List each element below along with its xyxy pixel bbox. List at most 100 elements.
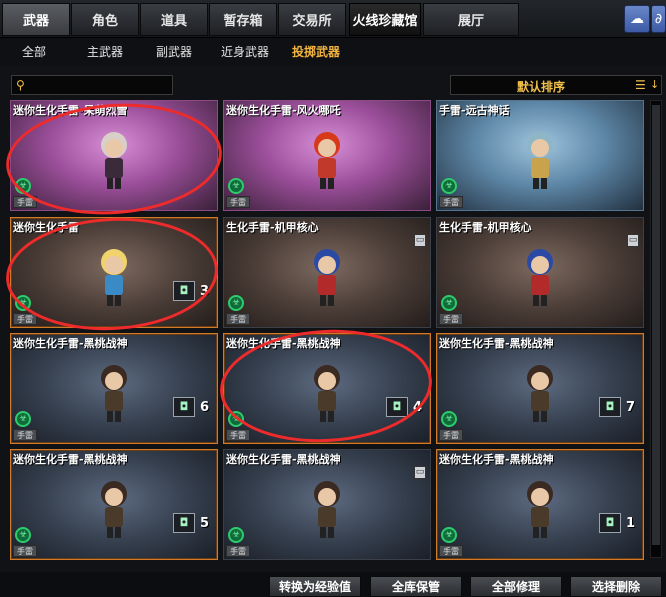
cloud-icon[interactable]: ☁ bbox=[624, 5, 650, 33]
item-card[interactable]: 迷你生化手雷-黑桃战神 ▭ ☣ 手雷 bbox=[223, 449, 431, 560]
search-icon: ⚲ bbox=[16, 78, 25, 92]
tab-characters[interactable]: 角色 bbox=[71, 3, 139, 36]
character-sprite bbox=[527, 249, 553, 306]
search-box: ⚲ bbox=[11, 75, 173, 95]
sort-label: 默认排序 bbox=[516, 80, 565, 94]
convert-exp-button[interactable]: 转换为经验值 bbox=[269, 576, 361, 597]
character-sprite bbox=[101, 249, 127, 306]
biohazard-icon: ☣ bbox=[15, 295, 31, 311]
item-title: 迷你生化手雷-黑桃战神 bbox=[13, 453, 128, 466]
trash-icon[interactable]: ▭ bbox=[627, 234, 639, 247]
character-sprite bbox=[314, 249, 340, 306]
tab-weapons[interactable]: 武器 bbox=[2, 3, 70, 36]
tab-exchange[interactable]: 交易所 bbox=[278, 3, 346, 36]
biohazard-icon: ☣ bbox=[441, 411, 457, 427]
subtab-secondary[interactable]: 副武器 bbox=[156, 43, 192, 60]
character-sprite bbox=[101, 132, 127, 189]
biohazard-icon: ☣ bbox=[228, 295, 244, 311]
biohazard-icon: ☣ bbox=[15, 527, 31, 543]
sort-dropdown[interactable]: 默认排序 ☰ ↓ bbox=[450, 75, 662, 95]
tab-storage[interactable]: 暂存箱 bbox=[209, 3, 277, 36]
item-card[interactable]: 生化手雷-机甲核心 ▭ ☣ 手雷 bbox=[223, 217, 431, 328]
tab-collection[interactable]: 火线珍藏馆 bbox=[349, 3, 421, 36]
biohazard-icon: ☣ bbox=[441, 178, 457, 194]
sort-order-icon[interactable]: ↓ bbox=[650, 78, 660, 92]
item-card[interactable]: 迷你生化手雷-黑桃战神 ☣ 手雷 ◘ 6 bbox=[10, 333, 218, 444]
item-card[interactable]: 手雷-远古神话 ☣ 手雷 bbox=[436, 100, 644, 211]
item-type-tag: 手雷 bbox=[439, 196, 463, 208]
stack-icon: ◘ bbox=[599, 513, 621, 533]
item-card[interactable]: 迷你生化手雷 ☣ 手雷 ◘ 3 bbox=[10, 217, 218, 328]
item-title: 迷你生化手雷 bbox=[13, 221, 79, 234]
link-icon[interactable]: ∂ bbox=[651, 5, 666, 33]
trash-icon[interactable]: ▭ bbox=[414, 466, 426, 479]
select-delete-button[interactable]: 选择删除 bbox=[570, 576, 662, 597]
item-type-tag: 手雷 bbox=[439, 545, 463, 557]
item-type-tag: 手雷 bbox=[439, 429, 463, 441]
item-title: 迷你生化手雷-黑桃战神 bbox=[439, 337, 554, 350]
repair-all-button[interactable]: 全部修理 bbox=[470, 576, 562, 597]
item-title: 迷你生化手雷-呆萌烈雪 bbox=[13, 104, 128, 117]
item-card[interactable]: 迷你生化手雷-黑桃战神 ☣ 手雷 ◘ 5 bbox=[10, 449, 218, 560]
item-count: 7 bbox=[625, 400, 635, 415]
biohazard-icon: ☣ bbox=[228, 178, 244, 194]
item-card[interactable]: 迷你生化手雷-黑桃战神 ☣ 手雷 ◘ 1 bbox=[436, 449, 644, 560]
item-count: 1 bbox=[625, 516, 635, 531]
trash-icon[interactable]: ▭ bbox=[414, 234, 426, 247]
item-type-tag: 手雷 bbox=[439, 313, 463, 325]
item-card[interactable]: 迷你生化手雷-呆萌烈雪 ☣ 手雷 bbox=[10, 100, 218, 211]
item-type-tag: 手雷 bbox=[13, 429, 37, 441]
top-tab-bar: 武器 角色 道具 暂存箱 交易所 火线珍藏馆 展厅 ☁ ∂ bbox=[0, 0, 666, 38]
biohazard-icon: ☣ bbox=[441, 295, 457, 311]
subtab-throwable[interactable]: 投掷武器 bbox=[292, 43, 340, 60]
stack-icon: ◘ bbox=[386, 397, 408, 417]
item-title: 迷你生化手雷-黑桃战神 bbox=[226, 337, 341, 350]
item-grid: 迷你生化手雷-呆萌烈雪 ☣ 手雷 迷你生化手雷-风火哪吒 ☣ 手雷 手雷-远古神话 ☣ 手雷 迷你… bbox=[10, 100, 646, 568]
item-count: 3 bbox=[199, 284, 209, 299]
character-sprite bbox=[527, 481, 553, 538]
item-type-tag: 手雷 bbox=[13, 196, 37, 208]
stack-icon: ◘ bbox=[173, 281, 195, 301]
item-count: 6 bbox=[199, 400, 209, 415]
subtab-all[interactable]: 全部 bbox=[22, 43, 46, 60]
biohazard-icon: ☣ bbox=[15, 178, 31, 194]
subtab-primary[interactable]: 主武器 bbox=[87, 43, 123, 60]
item-title: 生化手雷-机甲核心 bbox=[439, 221, 532, 234]
item-type-tag: 手雷 bbox=[226, 196, 250, 208]
biohazard-icon: ☣ bbox=[15, 411, 31, 427]
item-title: 迷你生化手雷-黑桃战神 bbox=[226, 453, 341, 466]
subtab-bar: 全部 主武器 副武器 近身武器 投掷武器 bbox=[0, 38, 666, 66]
biohazard-icon: ☣ bbox=[441, 527, 457, 543]
item-type-tag: 手雷 bbox=[226, 545, 250, 557]
item-card[interactable]: 迷你生化手雷-风火哪吒 ☣ 手雷 bbox=[223, 100, 431, 211]
item-type-tag: 手雷 bbox=[226, 313, 250, 325]
item-title: 生化手雷-机甲核心 bbox=[226, 221, 319, 234]
character-sprite bbox=[314, 481, 340, 538]
character-sprite bbox=[101, 365, 127, 422]
stack-icon: ◘ bbox=[173, 397, 195, 417]
tab-showroom[interactable]: 展厅 bbox=[423, 3, 519, 36]
biohazard-icon: ☣ bbox=[228, 411, 244, 427]
item-title: 迷你生化手雷-风火哪吒 bbox=[226, 104, 341, 117]
item-card[interactable]: 生化手雷-机甲核心 ▭ ☣ 手雷 bbox=[436, 217, 644, 328]
list-icon[interactable]: ☰ bbox=[635, 78, 647, 92]
item-title: 手雷-远古神话 bbox=[439, 104, 510, 117]
character-sprite bbox=[314, 365, 340, 422]
store-all-button[interactable]: 全库保管 bbox=[370, 576, 462, 597]
item-type-tag: 手雷 bbox=[13, 545, 37, 557]
stack-icon: ◘ bbox=[599, 397, 621, 417]
character-sprite bbox=[527, 365, 553, 422]
item-card[interactable]: 迷你生化手雷-黑桃战神 ☣ 手雷 ◘ 7 bbox=[436, 333, 644, 444]
grid-scrollbar[interactable] bbox=[650, 100, 662, 558]
scroll-thumb[interactable] bbox=[652, 105, 660, 545]
subtab-melee[interactable]: 近身武器 bbox=[221, 43, 269, 60]
item-count: 4 bbox=[412, 400, 422, 415]
item-title: 迷你生化手雷-黑桃战神 bbox=[13, 337, 128, 350]
search-input[interactable] bbox=[32, 77, 170, 93]
item-type-tag: 手雷 bbox=[226, 429, 250, 441]
item-card[interactable]: 迷你生化手雷-黑桃战神 ☣ 手雷 ◘ 4 bbox=[223, 333, 431, 444]
character-sprite bbox=[101, 481, 127, 538]
biohazard-icon: ☣ bbox=[228, 527, 244, 543]
tab-items[interactable]: 道具 bbox=[140, 3, 208, 36]
item-type-tag: 手雷 bbox=[13, 313, 37, 325]
